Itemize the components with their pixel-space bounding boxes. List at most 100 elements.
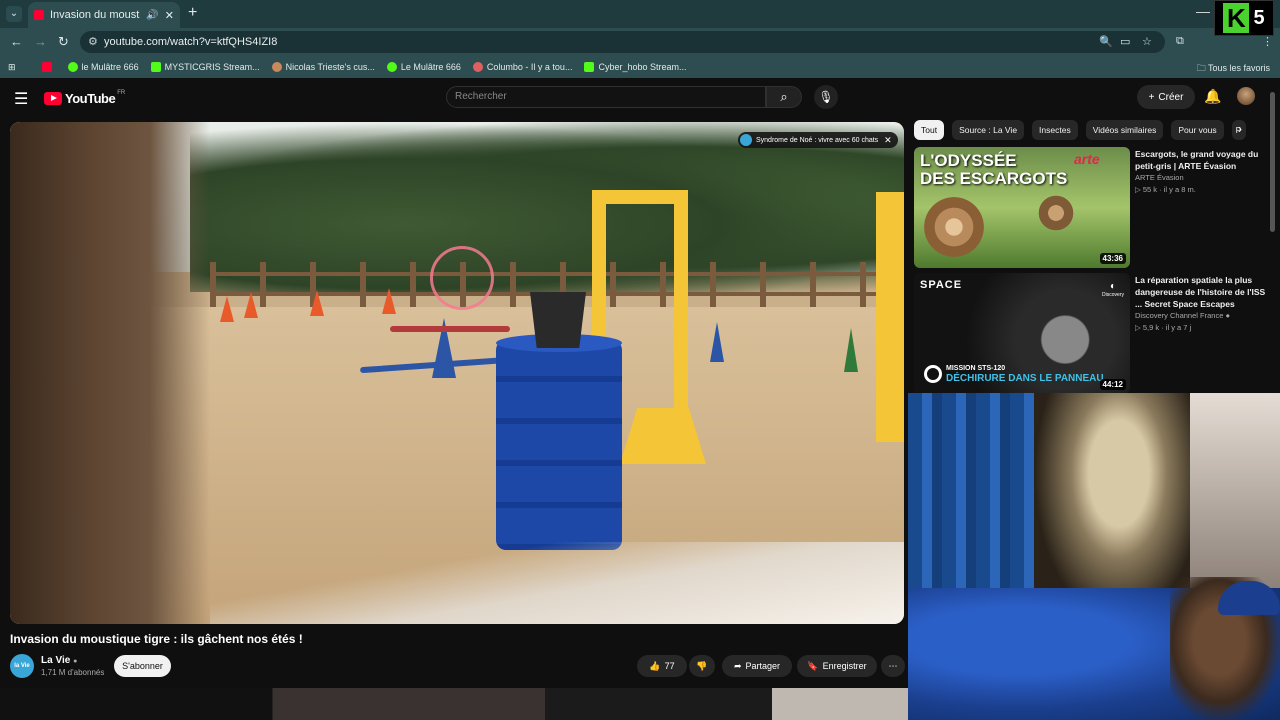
video-blue-barrel — [496, 334, 622, 550]
reload-icon[interactable]: ↻ — [58, 34, 69, 50]
forward-arrow-icon[interactable]: → — [34, 34, 47, 49]
close-icon[interactable]: ✕ — [884, 135, 892, 146]
badge-number: 5 — [1253, 6, 1265, 29]
kick-logo: K — [1223, 3, 1250, 33]
recommendation-meta: ▷ 55 k · il y a 8 m. — [1135, 185, 1196, 194]
duration-badge: 43:36 — [1099, 253, 1126, 264]
custom-bookmark-icon — [271, 62, 282, 72]
share-arrow-icon: ➦ — [733, 660, 742, 671]
bookmark-4[interactable]: Le Mulâtre 666 — [386, 62, 461, 72]
bookmark-1[interactable]: le Mulâtre 666 — [67, 62, 139, 72]
tab-search-chevron-icon[interactable]: ⌄ — [6, 6, 22, 22]
video-cone — [220, 296, 234, 322]
mic-icon: 🎙 — [818, 90, 834, 104]
search-button[interactable]: ⌕ — [766, 86, 802, 108]
video-foreground-blur — [210, 542, 904, 624]
browser-tab-active[interactable]: Invasion du moustique tigre 🔊 ✕ — [28, 2, 180, 28]
share-button[interactable]: ➦ Partager — [722, 655, 792, 677]
recommendation-title[interactable]: Escargots, le grand voyage du petit-gris… — [1135, 148, 1267, 172]
save-button[interactable]: 🔖 Enregistrer — [797, 655, 877, 677]
back-arrow-icon[interactable]: ← — [10, 34, 23, 49]
video-bucket — [530, 292, 586, 348]
browser-menu-icon[interactable]: ⋮ — [1262, 35, 1273, 48]
dislike-button[interactable]: 👎 — [689, 655, 715, 677]
new-tab-icon[interactable]: + — [188, 4, 197, 22]
plus-icon: + — [1148, 91, 1155, 103]
recommendation-title[interactable]: La réparation spatiale la plus dangereus… — [1135, 274, 1267, 310]
webcam-poster — [1190, 393, 1280, 593]
youtube-logo[interactable]: YouTube FR — [44, 90, 125, 106]
verified-icon: ● — [1225, 311, 1230, 320]
chip-similar[interactable]: Vidéos similaires — [1085, 120, 1164, 140]
chip-all[interactable]: Tout — [914, 120, 945, 140]
snail-image — [924, 197, 984, 257]
page-scrollbar[interactable] — [1270, 92, 1275, 232]
recommendation-thumbnail[interactable]: SPACE ◐ Discovery MISSION STS-120 DÉCHIRU… — [914, 273, 1130, 394]
bookmark-star-icon[interactable]: ☆ — [1142, 35, 1152, 48]
video-player[interactable] — [10, 122, 904, 624]
more-actions-button[interactable]: ⋯ — [881, 655, 905, 677]
minimize-window-icon[interactable]: — — [1196, 3, 1210, 19]
subscriber-count: 1,71 M d'abonnés — [41, 668, 105, 677]
video-pole — [390, 326, 510, 332]
arte-logo: arte — [1074, 151, 1100, 167]
zoom-icon[interactable]: 🔍 — [1099, 35, 1113, 48]
search-input[interactable]: Rechercher — [446, 86, 766, 108]
video-green-cone — [844, 328, 858, 372]
play-small-icon: ▷ — [1135, 323, 1143, 332]
site-info-icon[interactable]: ⚙ — [88, 35, 98, 48]
folder-icon: 🗀 — [1196, 63, 1208, 73]
recommendation-channel[interactable]: Discovery Channel France ● — [1135, 311, 1230, 320]
video-cone — [310, 290, 324, 316]
filter-chips-row: Tout Source : La Vie Insectes Vidéos sim… — [914, 120, 1246, 140]
close-tab-icon[interactable]: ✕ — [165, 9, 174, 22]
suggested-video-chip[interactable]: Syndrome de Noé : vivre avec 60 chats ✕ — [738, 132, 898, 148]
discovery-logo-icon: ◐ — [1109, 281, 1116, 292]
notifications-bell-icon[interactable]: 🔔 — [1204, 88, 1221, 105]
search-icon: ⌕ — [780, 89, 788, 104]
tab-title: Invasion du moustique tigre — [50, 9, 140, 21]
discovery-d-icon — [924, 365, 942, 383]
below-video-content — [0, 688, 908, 720]
apps-grid-icon[interactable]: ⊞ — [8, 62, 16, 73]
thumbs-down-icon: 👎 — [696, 660, 708, 671]
recommendation-meta: ▷ 5,9 k · il y a 7 j — [1135, 323, 1192, 332]
bookmark-5[interactable]: Columbo - Il y a tou... — [472, 62, 572, 72]
hamburger-menu-icon[interactable]: ☰ — [14, 89, 28, 109]
discovery-logo: ◐ Discovery — [1102, 281, 1124, 298]
all-favorites-folder[interactable]: 🗀 Tous les favoris — [1197, 61, 1270, 77]
more-dots-icon: ⋯ — [888, 660, 898, 671]
voice-search-button[interactable]: 🎙 — [814, 85, 838, 109]
video-foreground-post — [10, 122, 210, 624]
recommendation-thumbnail[interactable]: L'ODYSSÉE DES ESCARGOTS arte 43:36 — [914, 147, 1130, 268]
site-bookmark-icon — [472, 62, 483, 72]
channel-name[interactable]: La Vie ● — [41, 655, 77, 666]
recommendation-channel[interactable]: ARTE Évasion — [1135, 173, 1184, 182]
like-button[interactable]: 👍 77 — [637, 655, 687, 677]
channel-avatar[interactable]: la Vie — [10, 654, 34, 678]
chevron-right-icon[interactable]: › — [1238, 122, 1242, 136]
cast-icon[interactable]: ▭ — [1120, 35, 1130, 48]
youtube-bookmark-icon — [41, 62, 52, 72]
video-yellow-post — [876, 192, 904, 442]
video-title: Invasion du moustique tigre : ils gâchen… — [10, 632, 303, 646]
chip-for-you[interactable]: Pour vous — [1171, 120, 1224, 140]
bookmark-2[interactable]: MYSTICGRIS Stream... — [150, 62, 260, 72]
create-button[interactable]: + Créer — [1137, 85, 1195, 109]
extensions-icon[interactable]: ⧉ — [1176, 35, 1184, 48]
youtube-favicon-icon — [34, 10, 44, 20]
url-field[interactable]: ⚙ youtube.com/watch?v=ktfQHS4IZI8 — [80, 31, 1165, 53]
bookmark-icon: 🔖 — [807, 660, 819, 671]
snail-image — [1034, 191, 1078, 235]
bookmarks-bar: ⊞ le Mulâtre 666 MYSTICGRIS Stream... Ni… — [0, 56, 1280, 78]
avatar[interactable] — [1237, 87, 1255, 105]
bookmark-0[interactable] — [41, 62, 56, 72]
url-text: youtube.com/watch?v=ktfQHS4IZI8 — [104, 36, 278, 48]
chip-insects[interactable]: Insectes — [1032, 120, 1078, 140]
bookmark-3[interactable]: Nicolas Trieste's cus... — [271, 62, 375, 72]
play-bookmark-icon — [386, 62, 397, 72]
bookmark-6[interactable]: Cyber_hobo Stream... — [584, 62, 687, 72]
subscribe-button[interactable]: S'abonner — [114, 655, 171, 677]
chip-source[interactable]: Source : La Vie — [952, 120, 1025, 140]
speaker-icon[interactable]: 🔊 — [146, 10, 158, 21]
